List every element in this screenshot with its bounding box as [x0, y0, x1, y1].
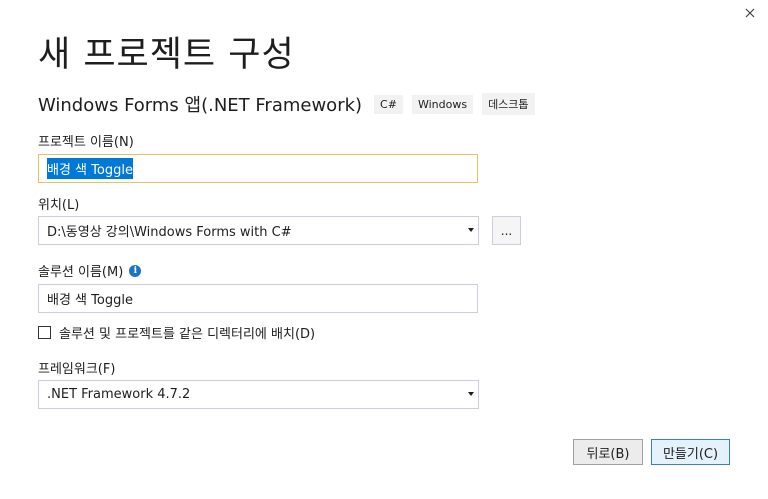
- tag-project-type: 데스크톱: [482, 93, 535, 115]
- close-icon: [745, 8, 755, 18]
- info-icon[interactable]: i: [129, 264, 142, 277]
- create-button[interactable]: 만들기(C): [651, 439, 730, 465]
- tag-language: C#: [374, 94, 403, 114]
- template-info: Windows Forms 앱(.NET Framework) C# Windo…: [38, 91, 544, 117]
- solution-name-value: 배경 색 Toggle: [47, 293, 133, 308]
- project-name-input[interactable]: 배경 색 Toggle: [38, 154, 478, 183]
- project-name-value: 배경 색 Toggle: [47, 158, 133, 179]
- same-directory-option[interactable]: 솔루션 및 프로젝트를 같은 디렉터리에 배치(D): [38, 323, 315, 342]
- location-value: D:\동영상 강의\Windows Forms with C#: [47, 225, 292, 240]
- location-combobox[interactable]: D:\동영상 강의\Windows Forms with C#: [38, 216, 479, 245]
- solution-name-input[interactable]: 배경 색 Toggle: [38, 284, 478, 313]
- project-name-label: 프로젝트 이름(N): [38, 135, 134, 150]
- chevron-down-icon: [468, 228, 474, 232]
- framework-label: 프레임워크(F): [38, 362, 116, 377]
- location-label: 위치(L): [38, 198, 80, 213]
- solution-name-label-row: 솔루션 이름(M) i: [38, 261, 142, 280]
- framework-value: .NET Framework 4.7.2: [47, 387, 191, 402]
- tag-platform: Windows: [411, 94, 474, 114]
- close-button[interactable]: [741, 4, 759, 22]
- same-directory-label: 솔루션 및 프로젝트를 같은 디렉터리에 배치(D): [59, 327, 316, 342]
- same-directory-checkbox[interactable]: [38, 326, 51, 339]
- solution-name-label: 솔루션 이름(M): [38, 265, 124, 280]
- back-button[interactable]: 뒤로(B): [573, 439, 643, 465]
- page-title: 새 프로젝트 구성: [38, 35, 295, 75]
- chevron-down-icon: [468, 392, 474, 396]
- template-name: Windows Forms 앱(.NET Framework): [38, 95, 363, 116]
- browse-button[interactable]: ...: [492, 216, 521, 245]
- configure-project-dialog: 새 프로젝트 구성 Windows Forms 앱(.NET Framework…: [0, 0, 768, 499]
- framework-combobox[interactable]: .NET Framework 4.7.2: [38, 380, 479, 409]
